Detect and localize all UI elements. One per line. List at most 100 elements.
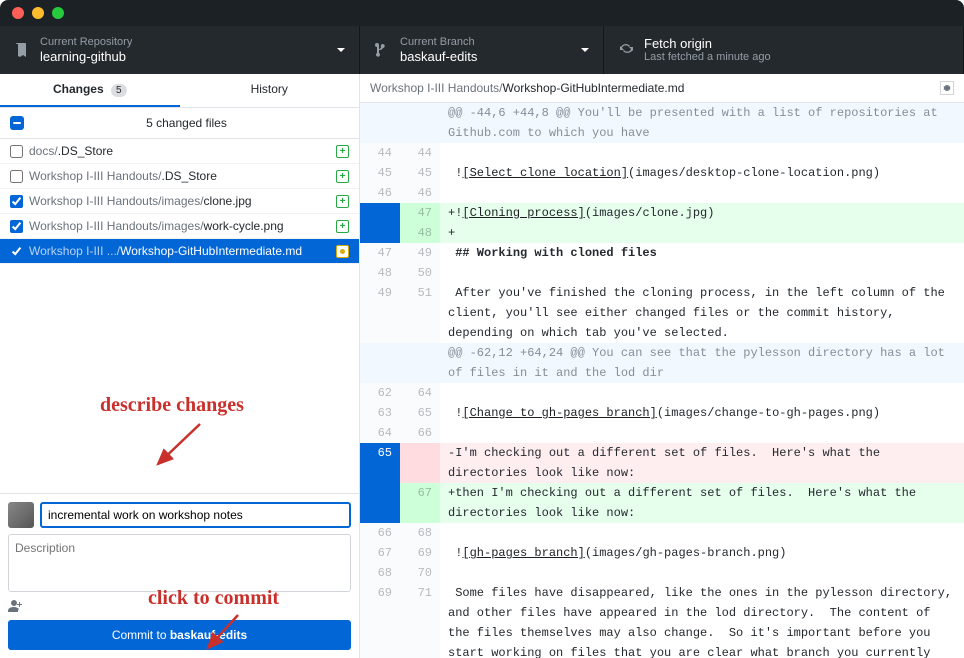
line-number-new: 64 bbox=[400, 383, 440, 403]
fetch-label: Fetch origin bbox=[644, 36, 771, 51]
line-number-old: 65 bbox=[360, 443, 400, 483]
branch-selector[interactable]: Current Branch baskauf-edits bbox=[360, 26, 604, 74]
status-added-icon: + bbox=[336, 145, 349, 158]
file-checkbox[interactable] bbox=[10, 195, 23, 208]
arrow-icon bbox=[150, 419, 210, 474]
line-number-old: 63 bbox=[360, 403, 400, 423]
diff-header-file: Workshop-GitHubIntermediate.md bbox=[503, 81, 685, 95]
diff-line[interactable]: 4646 bbox=[360, 183, 964, 203]
line-number-new: 48 bbox=[400, 223, 440, 243]
diff-code: +![Cloning process](images/clone.jpg) bbox=[440, 203, 964, 223]
commit-summary-input[interactable] bbox=[40, 502, 351, 528]
file-checkbox[interactable] bbox=[10, 145, 23, 158]
diff-line[interactable]: 6870 bbox=[360, 563, 964, 583]
diff-line[interactable]: 67+then I'm checking out a different set… bbox=[360, 483, 964, 523]
diff-code: ![Select clone location](images/desktop-… bbox=[440, 163, 964, 183]
zoom-window-button[interactable] bbox=[52, 7, 64, 19]
diff-code: @@ -44,6 +44,8 @@ You'll be presented wi… bbox=[440, 103, 964, 143]
diff-line[interactable]: 4444 bbox=[360, 143, 964, 163]
commit-button[interactable]: Commit to baskauf-edits bbox=[8, 620, 351, 650]
select-all-checkbox[interactable] bbox=[10, 116, 24, 130]
line-number-new: 45 bbox=[400, 163, 440, 183]
diff-code: +then I'm checking out a different set o… bbox=[440, 483, 964, 523]
line-number-old bbox=[360, 223, 400, 243]
line-number-new: 44 bbox=[400, 143, 440, 163]
file-row[interactable]: Workshop I-III Handouts/.DS_Store+ bbox=[0, 164, 359, 189]
tab-history[interactable]: History bbox=[180, 74, 360, 107]
sync-icon bbox=[618, 42, 634, 58]
line-number-new: 67 bbox=[400, 483, 440, 523]
diff-code: After you've finished the cloning proces… bbox=[440, 283, 964, 343]
diff-content[interactable]: @@ -44,6 +44,8 @@ You'll be presented wi… bbox=[360, 103, 964, 658]
status-modified-icon bbox=[336, 245, 349, 258]
diff-line[interactable]: 6264 bbox=[360, 383, 964, 403]
caret-down-icon bbox=[581, 43, 589, 57]
file-row[interactable]: Workshop I-III .../Workshop-GitHubInterm… bbox=[0, 239, 359, 264]
diff-line[interactable]: 4545 ![Select clone location](images/des… bbox=[360, 163, 964, 183]
commit-description-input[interactable] bbox=[8, 534, 351, 592]
diff-line[interactable]: 48+ bbox=[360, 223, 964, 243]
line-number-new: 68 bbox=[400, 523, 440, 543]
line-number-old: 47 bbox=[360, 243, 400, 263]
branch-icon bbox=[374, 42, 390, 58]
status-added-icon: + bbox=[336, 170, 349, 183]
branch-value: baskauf-edits bbox=[400, 49, 477, 64]
file-checkbox[interactable] bbox=[10, 220, 23, 233]
tab-changes-label: Changes bbox=[53, 82, 104, 96]
coauthor-button[interactable] bbox=[8, 595, 351, 620]
diff-line[interactable]: 47+![Cloning process](images/clone.jpg) bbox=[360, 203, 964, 223]
diff-panel: Workshop I-III Handouts/Workshop-GitHubI… bbox=[360, 74, 964, 658]
file-checkbox[interactable] bbox=[10, 245, 23, 258]
diff-line[interactable]: 6971 Some files have disappeared, like t… bbox=[360, 583, 964, 658]
line-number-old: 45 bbox=[360, 163, 400, 183]
commit-form: click to commit Commit to baskauf-edits bbox=[0, 493, 359, 658]
diff-code bbox=[440, 143, 964, 163]
diff-line[interactable]: 4749 ## Working with cloned files bbox=[360, 243, 964, 263]
changes-count-badge: 5 bbox=[111, 84, 127, 97]
file-row[interactable]: Workshop I-III Handouts/images/work-cycl… bbox=[0, 214, 359, 239]
line-number-new: 66 bbox=[400, 423, 440, 443]
window-titlebar bbox=[0, 0, 964, 26]
diff-code: + bbox=[440, 223, 964, 243]
line-number-old: 49 bbox=[360, 283, 400, 343]
diff-line[interactable]: 6466 bbox=[360, 423, 964, 443]
diff-line[interactable]: 6668 bbox=[360, 523, 964, 543]
avatar bbox=[8, 502, 34, 528]
diff-code bbox=[440, 423, 964, 443]
fetch-button[interactable]: Fetch origin Last fetched a minute ago bbox=[604, 26, 964, 74]
diff-code: -I'm checking out a different set of fil… bbox=[440, 443, 964, 483]
repo-value: learning-github bbox=[40, 49, 132, 64]
repo-selector[interactable]: Current Repository learning-github bbox=[0, 26, 360, 74]
tab-changes[interactable]: Changes 5 bbox=[0, 74, 180, 107]
line-number-new: 65 bbox=[400, 403, 440, 423]
diff-code bbox=[440, 263, 964, 283]
diff-code: ## Working with cloned files bbox=[440, 243, 964, 263]
diff-line[interactable]: 6769 ![gh-pages branch](images/gh-pages-… bbox=[360, 543, 964, 563]
line-number-old: 46 bbox=[360, 183, 400, 203]
line-number-old bbox=[360, 203, 400, 223]
diff-line[interactable]: 6365 ![Change to gh-pages branch](images… bbox=[360, 403, 964, 423]
file-path: Workshop I-III .../Workshop-GitHubInterm… bbox=[29, 244, 330, 258]
changes-header-text: 5 changed files bbox=[24, 116, 349, 130]
commit-button-prefix: Commit to bbox=[112, 628, 170, 642]
minimize-window-button[interactable] bbox=[32, 7, 44, 19]
file-path: Workshop I-III Handouts/images/work-cycl… bbox=[29, 219, 330, 233]
file-checkbox[interactable] bbox=[10, 170, 23, 183]
file-row[interactable]: Workshop I-III Handouts/images/clone.jpg… bbox=[0, 189, 359, 214]
gear-icon[interactable] bbox=[940, 81, 954, 95]
diff-code: ![Change to gh-pages branch](images/chan… bbox=[440, 403, 964, 423]
diff-line[interactable]: 4850 bbox=[360, 263, 964, 283]
line-number-new: 49 bbox=[400, 243, 440, 263]
sidebar: Changes 5 History 5 changed files docs/.… bbox=[0, 74, 360, 658]
diff-line[interactable]: @@ -62,12 +64,24 @@ You can see that the… bbox=[360, 343, 964, 383]
caret-down-icon bbox=[337, 43, 345, 57]
file-path: Workshop I-III Handouts/images/clone.jpg bbox=[29, 194, 330, 208]
line-number-old bbox=[360, 483, 400, 523]
diff-line[interactable]: 65 -I'm checking out a different set of f… bbox=[360, 443, 964, 483]
file-row[interactable]: docs/.DS_Store+ bbox=[0, 139, 359, 164]
line-number-new: 50 bbox=[400, 263, 440, 283]
line-number-new bbox=[400, 443, 440, 483]
diff-line[interactable]: @@ -44,6 +44,8 @@ You'll be presented wi… bbox=[360, 103, 964, 143]
diff-line[interactable]: 4951 After you've finished the cloning p… bbox=[360, 283, 964, 343]
close-window-button[interactable] bbox=[12, 7, 24, 19]
